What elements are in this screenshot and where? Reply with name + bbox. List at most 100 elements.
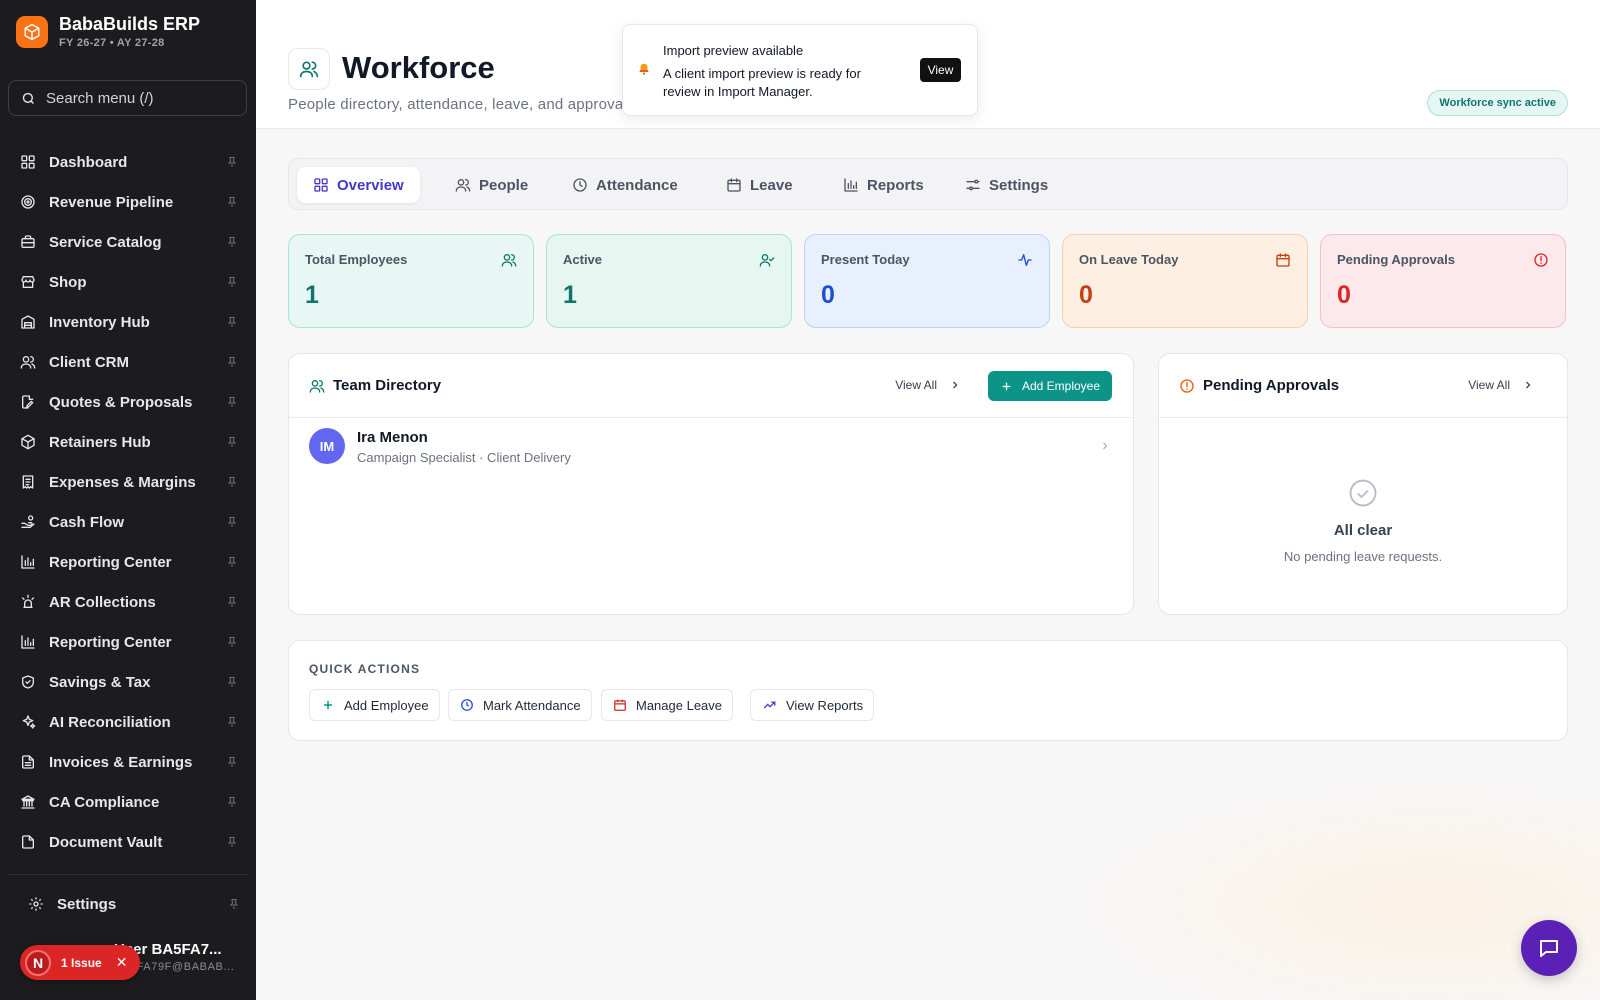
list-item[interactable]: IM Ira Menon Campaign Specialist · Clien… bbox=[289, 426, 1133, 474]
quick-actions-panel: QUICK ACTIONS Add Employee Mark Attendan… bbox=[288, 640, 1568, 741]
pin-icon[interactable] bbox=[226, 196, 238, 208]
chat-button[interactable] bbox=[1521, 920, 1577, 976]
pin-icon[interactable] bbox=[226, 236, 238, 248]
sidebar-item-service-catalog[interactable]: Service Catalog bbox=[8, 222, 248, 262]
add-employee-button[interactable]: Add Employee bbox=[987, 371, 1112, 401]
pin-icon[interactable] bbox=[226, 676, 238, 688]
sidebar-item-label: Expenses & Margins bbox=[49, 473, 196, 491]
pin-icon[interactable] bbox=[226, 316, 238, 328]
sidebar-item-ai-reconciliation[interactable]: AI Reconciliation bbox=[8, 702, 248, 742]
panel-title: Pending Approvals bbox=[1203, 377, 1340, 394]
calendar-icon bbox=[614, 699, 626, 711]
sidebar-item-shop[interactable]: Shop bbox=[8, 262, 248, 302]
stat-value: 0 bbox=[1079, 281, 1093, 309]
chat-icon bbox=[1540, 940, 1558, 957]
trending-up-icon bbox=[763, 701, 776, 709]
pin-icon[interactable] bbox=[226, 796, 238, 808]
view-all-link[interactable]: View All bbox=[1468, 378, 1534, 392]
sidebar-item-ca-compliance[interactable]: CA Compliance bbox=[8, 782, 248, 822]
sidebar-item-expenses-margins[interactable]: Expenses & Margins bbox=[8, 462, 248, 502]
panel-title: Team Directory bbox=[333, 377, 442, 394]
sidebar-item-savings-tax[interactable]: Savings & Tax bbox=[8, 662, 248, 702]
alert-circle-icon bbox=[1533, 252, 1549, 268]
sidebar-item-document-vault[interactable]: Document Vault bbox=[8, 822, 248, 862]
pin-icon[interactable] bbox=[226, 556, 238, 568]
clock-icon bbox=[461, 699, 473, 711]
sidebar-item-cash-flow[interactable]: Cash Flow bbox=[8, 502, 248, 542]
target-icon bbox=[20, 194, 36, 210]
sidebar-item-label: Revenue Pipeline bbox=[49, 193, 174, 211]
search-input[interactable] bbox=[46, 89, 226, 107]
pin-icon[interactable] bbox=[226, 436, 238, 448]
check-circle-icon bbox=[1349, 479, 1377, 507]
tab-label: Reports bbox=[867, 176, 924, 194]
tab-label: Overview bbox=[337, 176, 404, 194]
sidebar-item-invoices-earnings[interactable]: Invoices & Earnings bbox=[8, 742, 248, 782]
pin-icon[interactable] bbox=[226, 836, 238, 848]
sidebar-item-settings[interactable]: Settings bbox=[16, 888, 248, 920]
stat-card-on-leave-today[interactable]: On Leave Today 0 bbox=[1062, 234, 1308, 328]
quick-add-employee-button[interactable]: Add Employee bbox=[309, 689, 440, 721]
sidebar-item-retainers-hub[interactable]: Retainers Hub bbox=[8, 422, 248, 462]
search-menu[interactable] bbox=[8, 80, 247, 116]
view-reports-button[interactable]: View Reports bbox=[750, 689, 875, 721]
panel-header: Team Directory View All Add Employee bbox=[289, 354, 1133, 418]
sidebar-item-quotes-proposals[interactable]: Quotes & Proposals bbox=[8, 382, 248, 422]
tab-label: Attendance bbox=[596, 176, 678, 194]
mark-attendance-button[interactable]: Mark Attendance bbox=[448, 689, 592, 721]
grid-icon bbox=[313, 177, 329, 193]
pin-icon[interactable] bbox=[226, 636, 238, 648]
sidebar-item-label: AI Reconciliation bbox=[49, 713, 171, 731]
pin-icon[interactable] bbox=[226, 476, 238, 488]
tab-overview[interactable]: Overview bbox=[297, 167, 420, 203]
stat-card-active[interactable]: Active 1 bbox=[546, 234, 792, 328]
sidebar-item-label: Reporting Center bbox=[49, 633, 172, 651]
view-all-link[interactable]: View All bbox=[895, 378, 961, 392]
tab-leave[interactable]: Leave bbox=[710, 167, 809, 203]
pin-icon[interactable] bbox=[226, 356, 238, 368]
pin-icon[interactable] bbox=[226, 156, 238, 168]
pin-icon[interactable] bbox=[226, 756, 238, 768]
pin-icon[interactable] bbox=[226, 716, 238, 728]
tab-settings[interactable]: Settings bbox=[949, 167, 1064, 203]
user-check-icon bbox=[759, 252, 775, 268]
sidebar-item-ar-collections[interactable]: AR Collections bbox=[8, 582, 248, 622]
sidebar-item-reporting-center[interactable]: Reporting Center bbox=[8, 622, 248, 662]
pin-icon[interactable] bbox=[226, 396, 238, 408]
file-icon bbox=[20, 834, 36, 850]
sidebar-item-reporting-center[interactable]: Reporting Center bbox=[8, 542, 248, 582]
bar-chart-icon bbox=[20, 554, 36, 570]
chevron-right-icon bbox=[1526, 381, 1531, 389]
tab-label: Settings bbox=[989, 176, 1049, 194]
stat-card-pending-approvals[interactable]: Pending Approvals 0 bbox=[1320, 234, 1566, 328]
manage-leave-button[interactable]: Manage Leave bbox=[601, 689, 734, 721]
alert-circle-icon bbox=[1180, 379, 1194, 393]
issue-badge[interactable]: N 1 Issue ✕ bbox=[20, 945, 140, 980]
sidebar-item-client-crm[interactable]: Client CRM bbox=[8, 342, 248, 382]
sidebar-nav: Dashboard Revenue Pipeline Service Catalog… bbox=[8, 142, 248, 862]
close-icon[interactable]: ✕ bbox=[116, 954, 128, 971]
pin-icon[interactable] bbox=[228, 898, 240, 910]
toast-view-button[interactable]: View bbox=[920, 58, 961, 82]
brand-name: BabaBuilds ERP bbox=[59, 14, 201, 34]
brand[interactable]: BabaBuilds ERP FY 26-27 • AY 27-28 bbox=[16, 14, 200, 49]
stat-card-present-today[interactable]: Present Today 0 bbox=[804, 234, 1050, 328]
tab-attendance[interactable]: Attendance bbox=[556, 167, 694, 203]
tab-reports[interactable]: Reports bbox=[827, 167, 940, 203]
gear-icon bbox=[29, 897, 43, 911]
stat-card-total-employees[interactable]: Total Employees 1 bbox=[288, 234, 534, 328]
pin-icon[interactable] bbox=[226, 276, 238, 288]
sidebar-item-revenue-pipeline[interactable]: Revenue Pipeline bbox=[8, 182, 248, 222]
view-all-label: View All bbox=[1468, 378, 1510, 392]
tab-people[interactable]: People bbox=[439, 167, 544, 203]
plus-icon bbox=[1002, 382, 1011, 390]
sidebar-item-inventory-hub[interactable]: Inventory Hub bbox=[8, 302, 248, 342]
stat-label: On Leave Today bbox=[1079, 252, 1179, 267]
sidebar-item-dashboard[interactable]: Dashboard bbox=[8, 142, 248, 182]
stat-value: 1 bbox=[563, 281, 577, 309]
bell-icon bbox=[637, 62, 651, 76]
empty-state-title: All clear bbox=[1333, 522, 1393, 539]
issue-avatar: N bbox=[25, 949, 51, 976]
pin-icon[interactable] bbox=[226, 596, 238, 608]
pin-icon[interactable] bbox=[226, 516, 238, 528]
